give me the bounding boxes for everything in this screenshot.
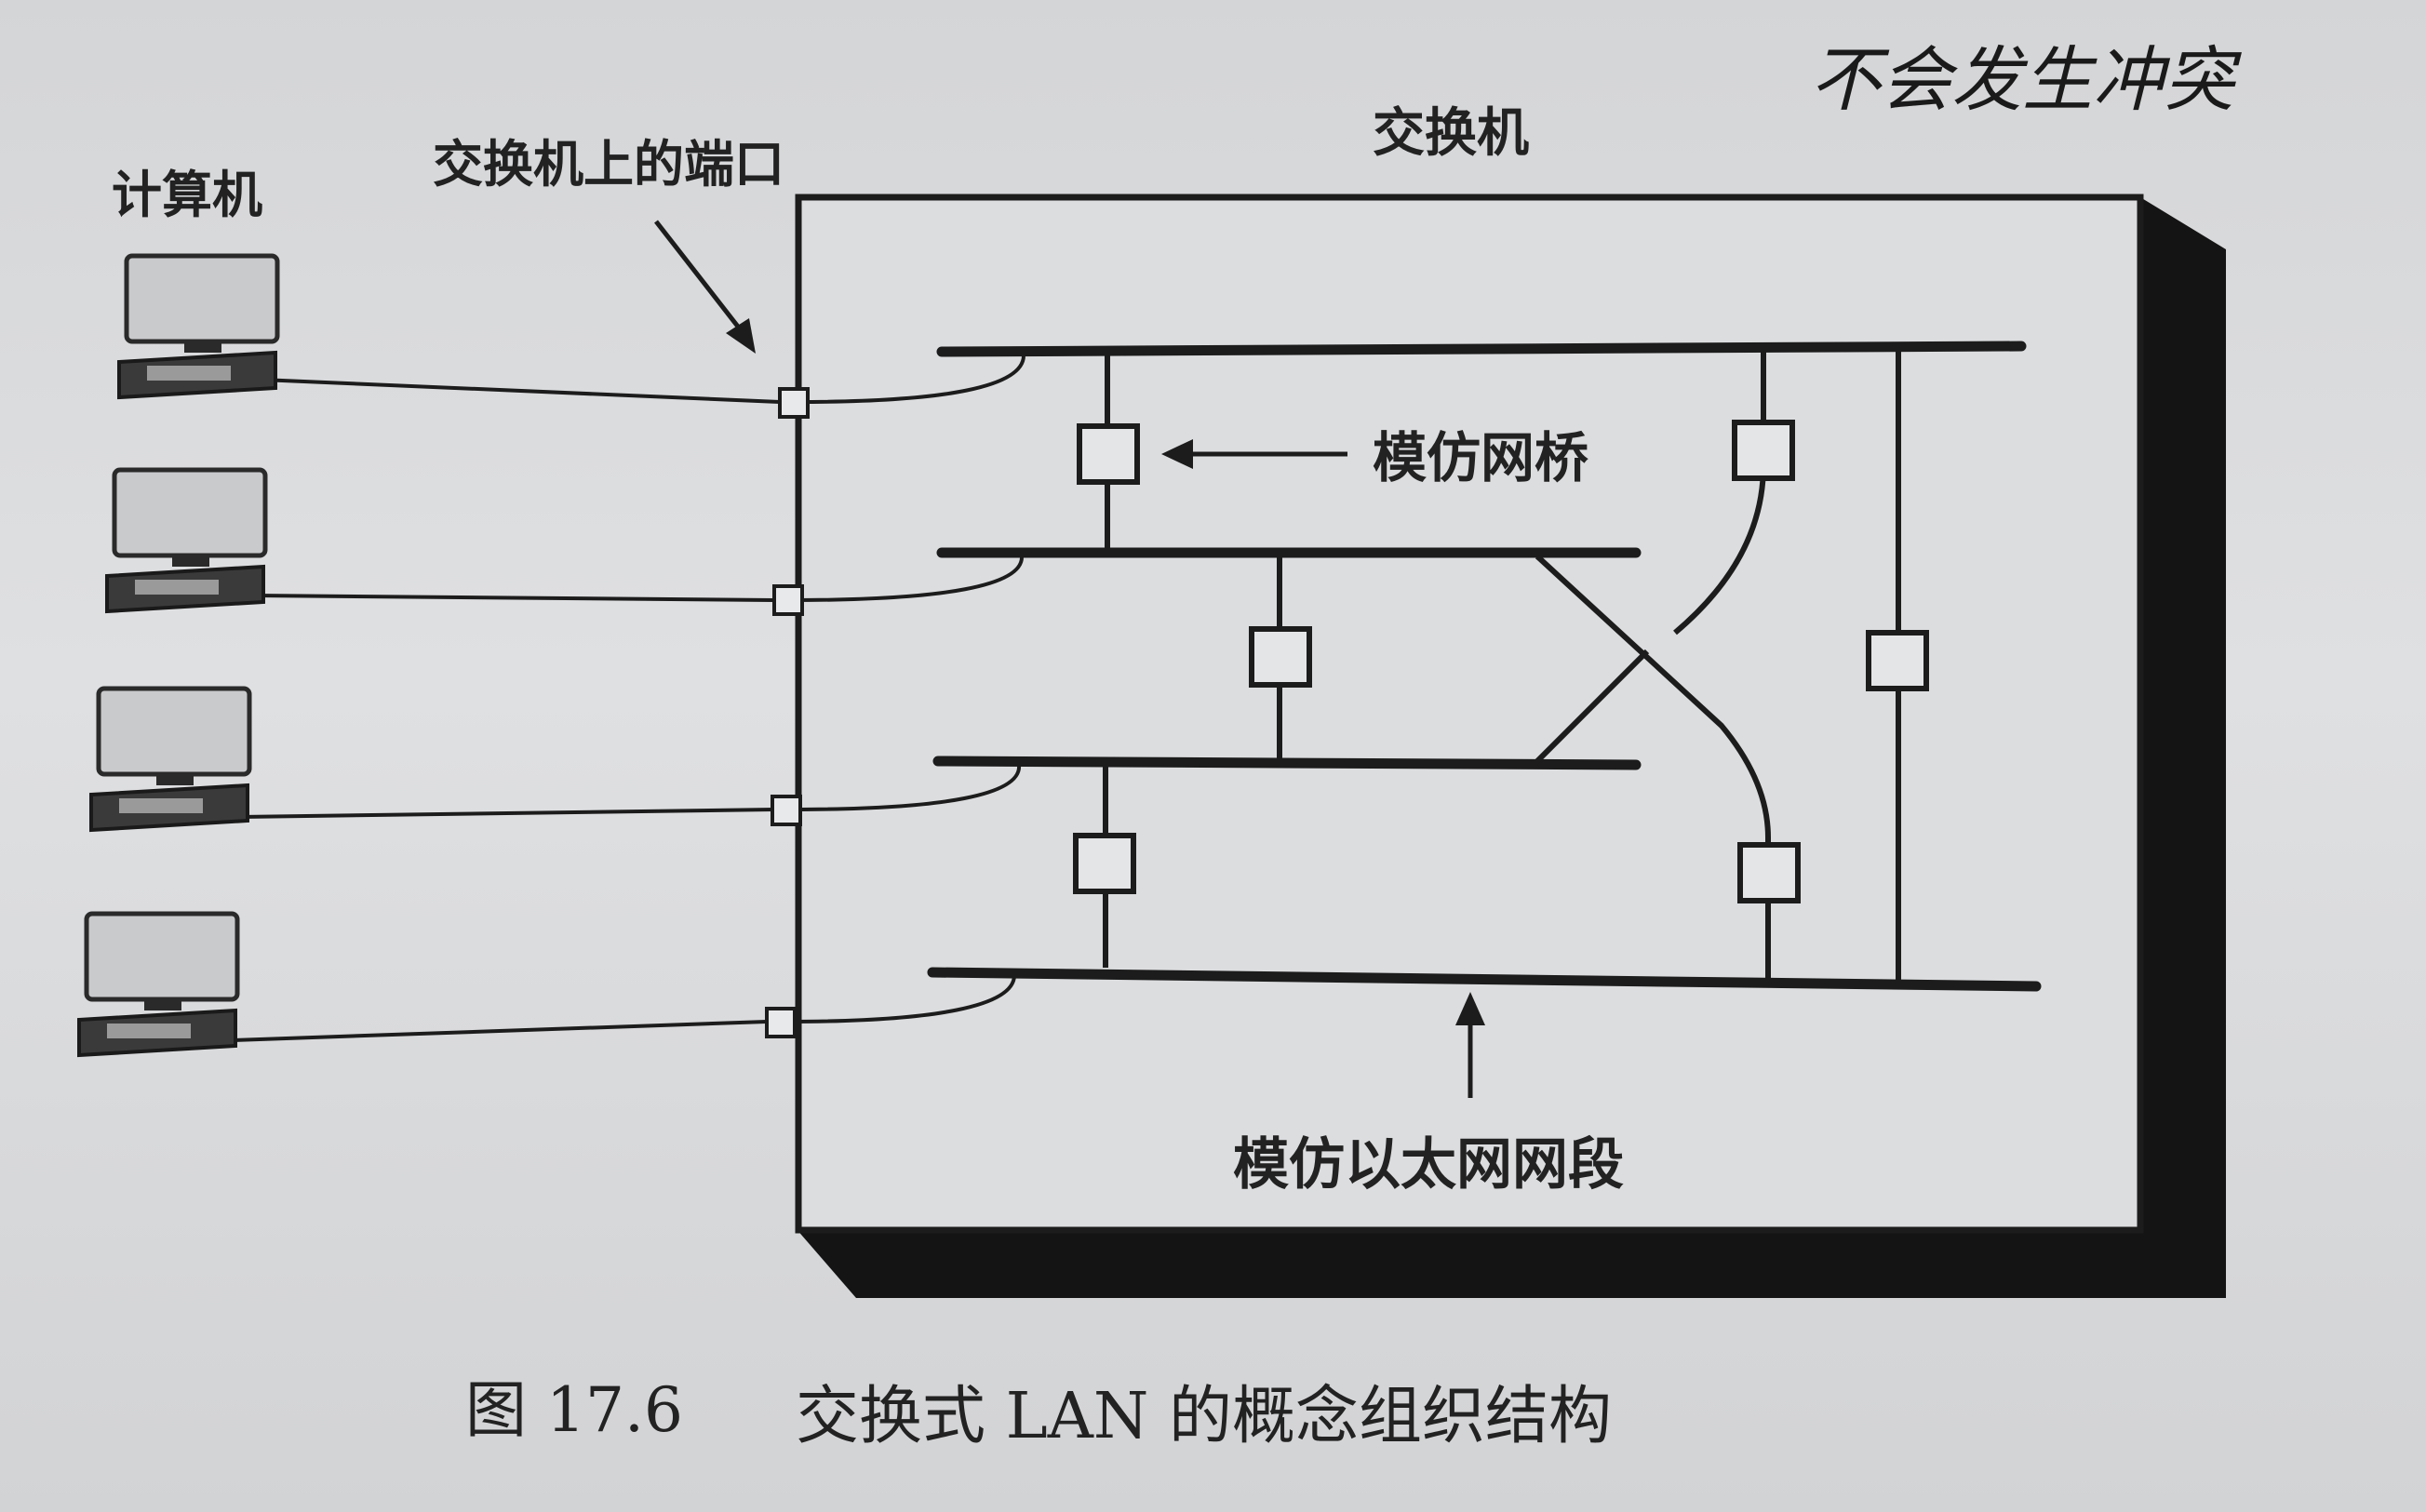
computer-1 xyxy=(117,253,280,400)
handwritten-note: 不会发生冲突 xyxy=(1810,38,2242,121)
cable-3 xyxy=(239,808,775,819)
port-1 xyxy=(778,387,810,419)
bridge-3 xyxy=(1073,833,1136,894)
drive-slot xyxy=(119,798,203,813)
port-arrow-shaft xyxy=(654,220,746,337)
segment-3 xyxy=(932,756,1642,770)
port-2 xyxy=(772,584,804,616)
bridge-2 xyxy=(1249,626,1312,688)
label-switch-port: 交换机上的端口 xyxy=(433,135,784,194)
computers xyxy=(77,253,280,1058)
caption-figure-number: 图 17.6 xyxy=(465,1374,683,1446)
cable-4 xyxy=(232,1020,768,1042)
cable-2 xyxy=(252,594,775,602)
port-arrow-head xyxy=(726,318,756,354)
monitor-stand xyxy=(184,341,221,353)
monitor-stand xyxy=(172,555,209,567)
drive-slot xyxy=(107,1024,191,1038)
label-switch: 交换机 xyxy=(1373,103,1529,164)
monitor xyxy=(124,253,280,344)
label-emulated-segment: 模仿以太网网段 xyxy=(1233,1132,1624,1198)
monitor xyxy=(112,467,268,558)
segment-1 xyxy=(936,341,2027,357)
monitor xyxy=(96,686,252,777)
monitor-stand xyxy=(144,999,181,1010)
computer-3 xyxy=(89,686,252,833)
computer-4 xyxy=(77,911,240,1058)
monitor-stand xyxy=(156,774,194,785)
monitor xyxy=(84,911,240,1002)
computer-2 xyxy=(105,467,268,614)
switched-lan-diagram: 计算机 交换机上的端口 交换机 模仿网桥 模仿以太网网段 不会发生冲突 图 17… xyxy=(77,38,2242,1453)
port-3 xyxy=(771,795,802,826)
bridge-5 xyxy=(1866,630,1929,691)
drive-slot xyxy=(135,580,219,595)
label-computers: 计算机 xyxy=(112,166,262,224)
label-emulated-bridge: 模仿网桥 xyxy=(1373,426,1588,489)
bridge-6 xyxy=(1737,842,1801,903)
caption-title: 交换式 LAN 的概念组织结构 xyxy=(796,1380,1612,1453)
drive-slot xyxy=(147,366,231,381)
bridge-1 xyxy=(1077,423,1140,485)
bridge-4 xyxy=(1732,420,1795,481)
computer-cables xyxy=(232,378,781,1042)
figure-caption: 图 17.6 交换式 LAN 的概念组织结构 xyxy=(465,1374,1612,1453)
cable-1 xyxy=(260,378,781,404)
port-4 xyxy=(765,1007,797,1038)
